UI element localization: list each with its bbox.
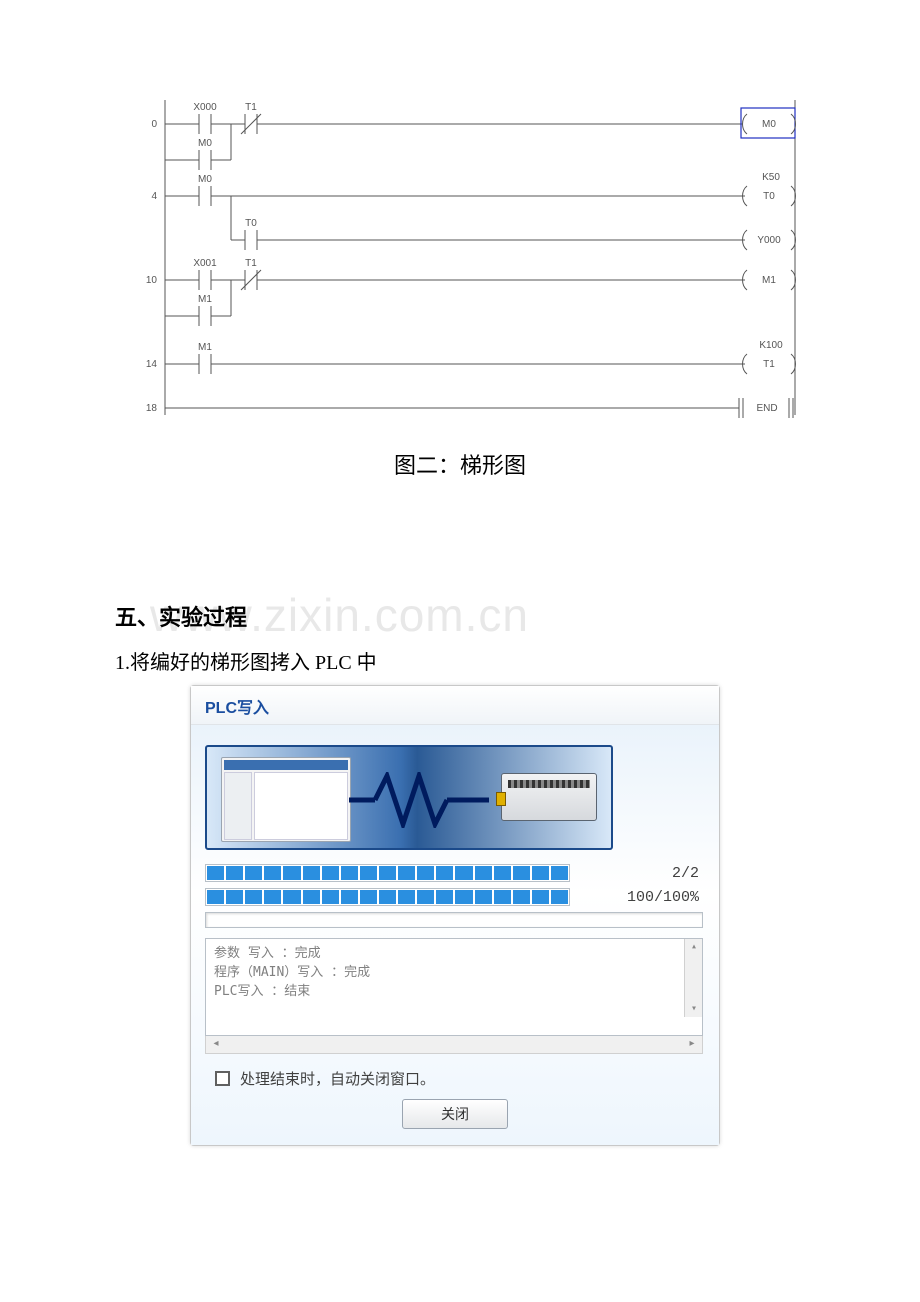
progress-count: 2/2 bbox=[672, 865, 705, 882]
coil-label: M0 bbox=[762, 119, 776, 130]
autoclose-checkbox[interactable] bbox=[215, 1071, 230, 1086]
close-button[interactable]: 关闭 bbox=[402, 1099, 508, 1129]
contact-label: M0 bbox=[198, 174, 212, 185]
scroll-up-icon[interactable]: ▴ bbox=[688, 941, 700, 953]
coil-label: Y000 bbox=[757, 235, 781, 246]
status-bar bbox=[205, 912, 703, 928]
contact-label: X001 bbox=[193, 258, 217, 269]
scroll-down-icon[interactable]: ▾ bbox=[688, 1003, 700, 1015]
dialog-title: PLC写入 bbox=[191, 686, 719, 725]
autoclose-row: 处理结束时，自动关闭窗口。 bbox=[215, 1068, 705, 1089]
scrollbar-horizontal[interactable]: ◂ ▸ bbox=[205, 1036, 703, 1054]
plc-device-icon bbox=[501, 773, 597, 821]
pc-icon bbox=[221, 757, 351, 842]
log-line: 参数 写入 ：完成 bbox=[214, 945, 694, 964]
section-heading: 五、实验过程 bbox=[115, 600, 805, 632]
contact-label: X000 bbox=[193, 102, 217, 113]
rung-label: 10 bbox=[146, 275, 158, 286]
progress-row: 2/2 bbox=[205, 864, 705, 882]
contact-label: M0 bbox=[198, 138, 212, 149]
log-box: 参数 写入 ：完成 程序（MAIN）写入 ：完成 PLC写入 ：结束 ▴ ▾ bbox=[205, 938, 703, 1036]
coil-label: END bbox=[756, 403, 777, 414]
body-text: 1.将编好的梯形图拷入 PLC 中 bbox=[115, 646, 805, 675]
figure-caption: 图二：梯形图 bbox=[115, 448, 805, 480]
contact-label: T0 bbox=[245, 218, 257, 229]
contact-label: M1 bbox=[198, 294, 212, 305]
contact-label: T1 bbox=[245, 102, 257, 113]
scroll-right-icon[interactable]: ▸ bbox=[686, 1038, 698, 1050]
transfer-illustration bbox=[205, 745, 613, 850]
rung-label: 4 bbox=[151, 191, 157, 202]
coil-label: T1 bbox=[763, 359, 775, 370]
transfer-wave-icon bbox=[349, 772, 489, 828]
progress-row: 100/100% bbox=[205, 888, 705, 906]
contact-label: T1 bbox=[245, 258, 257, 269]
progress-bar-percent bbox=[205, 888, 570, 906]
const-label: K50 bbox=[762, 172, 780, 183]
plc-write-dialog: PLC写入 bbox=[190, 685, 720, 1146]
const-label: K100 bbox=[759, 340, 783, 351]
rung-label: 14 bbox=[146, 359, 158, 370]
coil-label: M1 bbox=[762, 275, 776, 286]
contact-label: M1 bbox=[198, 342, 212, 353]
scrollbar-vertical[interactable]: ▴ ▾ bbox=[684, 939, 702, 1017]
progress-bar-steps bbox=[205, 864, 570, 882]
log-line: 程序（MAIN）写入 ：完成 bbox=[214, 964, 694, 983]
scroll-left-icon[interactable]: ◂ bbox=[210, 1038, 222, 1050]
log-line: PLC写入 ：结束 bbox=[214, 983, 694, 1002]
rung-label: 18 bbox=[146, 403, 158, 414]
coil-label: T0 bbox=[763, 191, 775, 202]
rung-label: 0 bbox=[151, 119, 157, 130]
autoclose-label: 处理结束时，自动关闭窗口。 bbox=[240, 1068, 435, 1089]
progress-percent: 100/100% bbox=[627, 889, 705, 906]
ladder-diagram: 0 X000 T1 M0 M0 bbox=[135, 100, 815, 430]
